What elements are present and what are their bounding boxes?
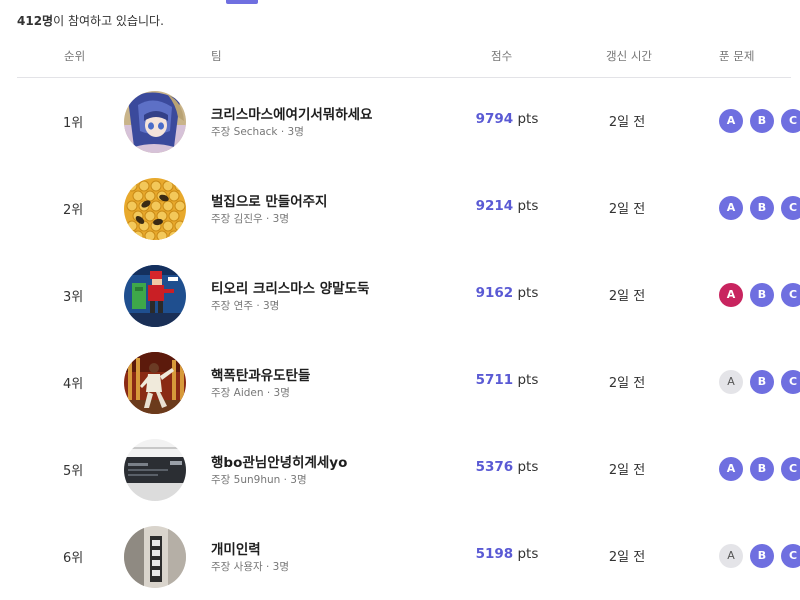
- problem-badge[interactable]: B: [750, 283, 774, 307]
- team-score: 9162 pts: [457, 285, 557, 301]
- problem-badge[interactable]: B: [750, 457, 774, 481]
- problem-badge[interactable]: B: [750, 544, 774, 568]
- rank: 2위: [63, 203, 84, 218]
- score-unit: pts: [517, 372, 539, 388]
- last-updated: 2일 전: [608, 202, 646, 217]
- team-name[interactable]: 핵폭탄과유도탄들: [211, 364, 310, 384]
- team-meta: 주장 Sechack · 3명: [211, 126, 304, 138]
- active-tab-indicator: [226, 0, 258, 4]
- rank: 4위: [63, 377, 84, 392]
- score-unit: pts: [517, 111, 539, 127]
- team-meta: 주장 김진우 · 3명: [211, 213, 289, 225]
- problem-badge[interactable]: B: [750, 109, 774, 133]
- building-sign-avatar[interactable]: [124, 526, 186, 588]
- problem-badge[interactable]: A: [719, 109, 743, 133]
- score-unit: pts: [517, 285, 539, 301]
- problem-badge[interactable]: C: [781, 457, 800, 481]
- table-row[interactable]: 4위 핵폭탄과유도탄들 주장 Aiden · 3명 5711 pts 2일 전 …: [17, 339, 800, 426]
- team-score: 5376 pts: [457, 459, 557, 475]
- team-name[interactable]: 벌집으로 만들어주지: [211, 190, 327, 210]
- honeycomb-bees-avatar[interactable]: [124, 178, 186, 240]
- anime-girl-avatar[interactable]: [124, 91, 186, 153]
- last-updated: 2일 전: [608, 376, 646, 391]
- last-updated: 2일 전: [608, 289, 646, 304]
- table-header: 순위 팀 점수 갱신 시간 푼 문제: [17, 41, 791, 78]
- rank: 5위: [63, 464, 84, 479]
- problem-badge[interactable]: C: [781, 544, 800, 568]
- score-value: 9214: [475, 198, 514, 214]
- problem-badge[interactable]: A: [719, 457, 743, 481]
- solved-problems: A B C: [719, 457, 800, 481]
- rank: 3위: [63, 290, 84, 305]
- last-updated: 2일 전: [608, 550, 646, 565]
- team-name[interactable]: 행bo관님안녕히계세yo: [211, 451, 347, 471]
- problem-badge[interactable]: B: [750, 370, 774, 394]
- score-value: 9794: [475, 111, 514, 127]
- problem-badge[interactable]: A: [719, 283, 743, 307]
- problem-badge[interactable]: A: [719, 196, 743, 220]
- rank: 6위: [63, 551, 84, 566]
- score-value: 5711: [475, 372, 514, 388]
- problem-badge[interactable]: A: [719, 370, 743, 394]
- score-value: 5376: [475, 459, 514, 475]
- team-score: 5711 pts: [457, 372, 557, 388]
- problem-badge[interactable]: C: [781, 109, 800, 133]
- header-updated: 갱신 시간: [606, 49, 652, 63]
- table-row[interactable]: 5위 행bo관님안녕히계세yo 주장 5un9hun · 3명 5376 pts…: [17, 426, 800, 513]
- team-name[interactable]: 티오리 크리스마스 양말도둑: [211, 277, 369, 297]
- participant-summary-text: 이 참여하고 있습니다.: [53, 14, 164, 28]
- team-meta: 주장 사용자 · 3명: [211, 561, 289, 573]
- table-row[interactable]: 3위 티오리 크리스마스 양말도둑 주장 연주 · 3명 9162 pts 2일…: [17, 252, 800, 339]
- team-meta: 주장 5un9hun · 3명: [211, 474, 307, 486]
- participant-count: 412명: [17, 14, 54, 28]
- score-value: 9162: [475, 285, 514, 301]
- problem-badge[interactable]: C: [781, 196, 800, 220]
- dancing-man-avatar[interactable]: [124, 352, 186, 414]
- solved-problems: A B C: [719, 370, 800, 394]
- last-updated: 2일 전: [608, 115, 646, 130]
- score-unit: pts: [517, 546, 539, 562]
- team-meta: 주장 연주 · 3명: [211, 300, 280, 312]
- score-unit: pts: [517, 198, 539, 214]
- problem-badge[interactable]: B: [750, 196, 774, 220]
- table-row[interactable]: 1위 크리스마스에여기서뭐하세요 주장 Sechack · 3명 9794 pt…: [17, 78, 800, 165]
- solved-problems: A B C: [719, 544, 800, 568]
- header-rank: 순위: [64, 49, 86, 63]
- score-value: 5198: [475, 546, 514, 562]
- header-problems: 푼 문제: [719, 49, 755, 63]
- team-name[interactable]: 개미인력: [211, 538, 261, 558]
- team-score: 9214 pts: [457, 198, 557, 214]
- problem-badge[interactable]: C: [781, 370, 800, 394]
- dark-screenshot-avatar[interactable]: [124, 439, 186, 501]
- team-score: 5198 pts: [457, 546, 557, 562]
- solved-problems: A B C: [719, 283, 800, 307]
- header-score: 점수: [491, 49, 513, 63]
- team-score: 9794 pts: [457, 111, 557, 127]
- pixel-santa-thief-avatar[interactable]: [124, 265, 186, 327]
- table-row[interactable]: 2위 벌집으로 만들어주지 주장 김진우 · 3명 9214 pts 2일 전 …: [17, 165, 800, 252]
- team-meta: 주장 Aiden · 3명: [211, 387, 290, 399]
- solved-problems: A B C: [719, 196, 800, 220]
- score-unit: pts: [517, 459, 539, 475]
- header-team: 팀: [211, 49, 222, 63]
- team-name[interactable]: 크리스마스에여기서뭐하세요: [211, 103, 372, 123]
- problem-badge[interactable]: A: [719, 544, 743, 568]
- rank: 1위: [63, 116, 84, 131]
- solved-problems: A B C: [719, 109, 800, 133]
- last-updated: 2일 전: [608, 463, 646, 478]
- problem-badge[interactable]: C: [781, 283, 800, 307]
- participant-summary: 412명이 참여하고 있습니다.: [17, 12, 164, 29]
